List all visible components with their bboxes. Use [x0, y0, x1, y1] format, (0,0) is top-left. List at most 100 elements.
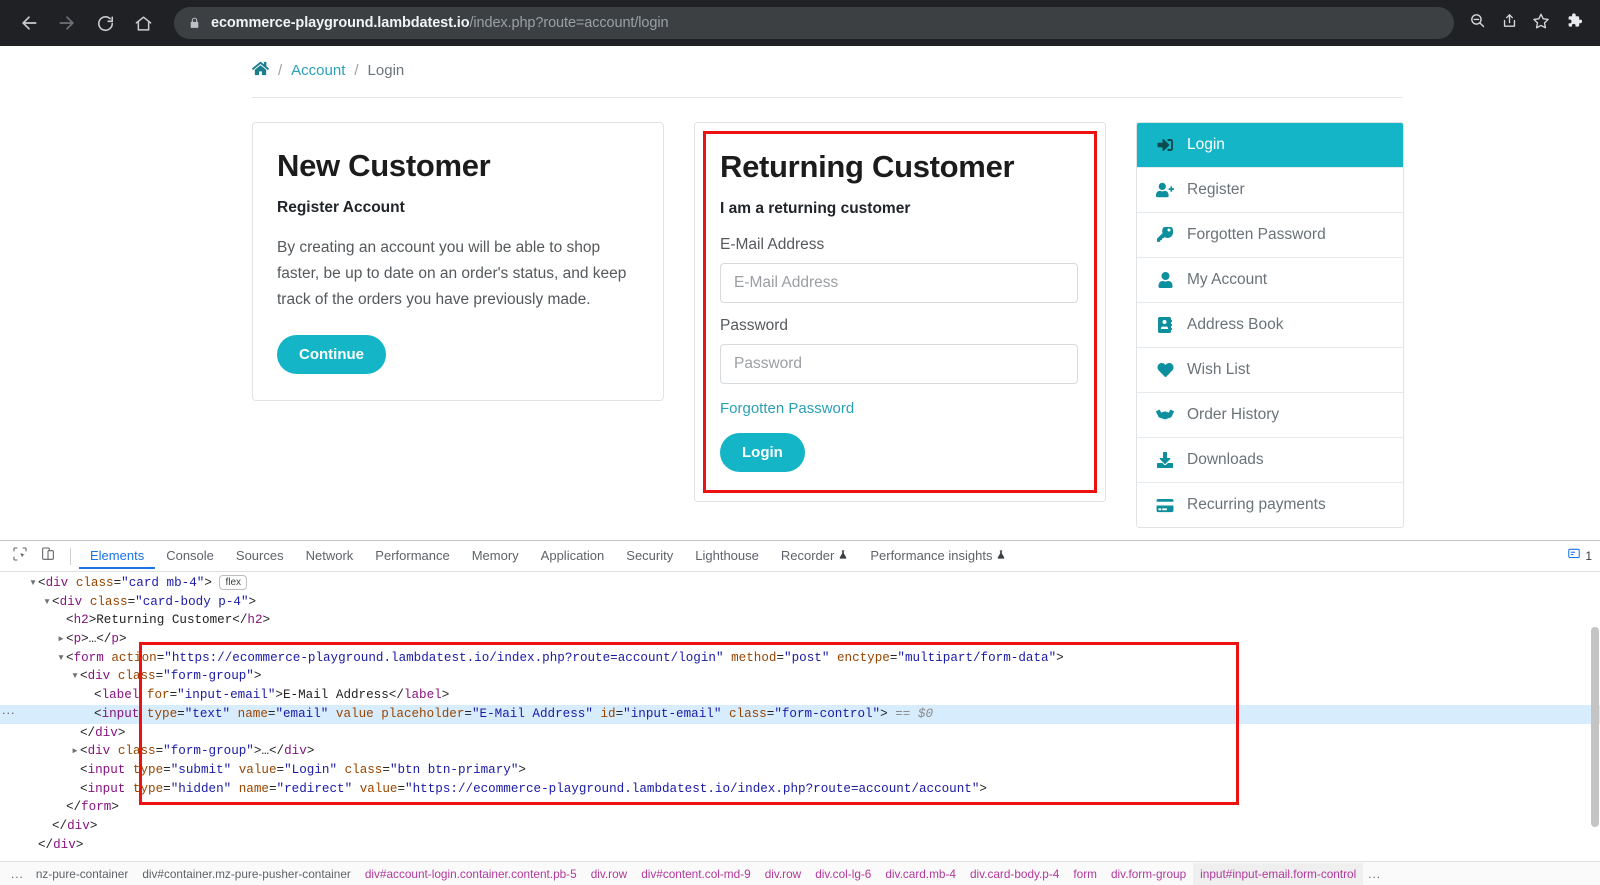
home-button[interactable]: [126, 6, 160, 40]
new-customer-card: New Customer Register Account By creatin…: [252, 122, 664, 402]
dom-line[interactable]: ▾<form action="https://ecommerce-playgro…: [0, 649, 1600, 668]
dom-line[interactable]: </div>: [0, 724, 1600, 743]
dom-overflow-ellipsis[interactable]: ...: [2, 701, 16, 720]
tab-performance[interactable]: Performance: [364, 543, 460, 569]
sidebar-item-register[interactable]: Register: [1137, 168, 1403, 213]
email-form-group: E-Mail Address: [720, 236, 1078, 304]
download-icon: [1155, 451, 1175, 469]
sidebar-label-address-book: Address Book: [1187, 316, 1284, 333]
breadcrumb-separator-2: /: [354, 62, 359, 79]
dom-breadcrumb-item[interactable]: div.card-body.p-4: [963, 863, 1066, 885]
dom-tree[interactable]: ▾<div class="card mb-4"> flex ▾<div class…: [0, 572, 1600, 861]
tab-security[interactable]: Security: [615, 543, 684, 569]
back-button[interactable]: [12, 6, 46, 40]
breadcrumb-current-login: Login: [367, 62, 405, 79]
dom-breadcrumb-bar[interactable]: ... nz-pure-container div#container.mz-pu…: [0, 861, 1600, 885]
sidebar-label-downloads: Downloads: [1187, 451, 1264, 468]
dom-tree-scrollbar-thumb[interactable]: [1591, 627, 1599, 827]
dom-line[interactable]: <input type="submit" value="Login" class…: [0, 761, 1600, 780]
tab-sources[interactable]: Sources: [225, 543, 295, 569]
inspect-element-button[interactable]: [6, 543, 34, 569]
dom-line-selected[interactable]: <input type="text" name="email" value pl…: [0, 704, 1600, 724]
dom-breadcrumb-item[interactable]: div.form-group: [1104, 863, 1193, 885]
dom-breadcrumb-item[interactable]: div.row: [584, 863, 635, 885]
sidebar-item-my-account[interactable]: My Account: [1137, 258, 1403, 303]
returning-customer-title: Returning Customer: [720, 149, 1015, 184]
tab-application[interactable]: Application: [530, 543, 616, 569]
continue-button[interactable]: Continue: [277, 335, 386, 375]
tab-elements[interactable]: Elements: [79, 543, 156, 569]
box-open-icon: [1155, 406, 1175, 424]
sidebar-item-login[interactable]: Login: [1137, 123, 1403, 168]
dom-line[interactable]: <input type="hidden" name="redirect" val…: [0, 780, 1600, 799]
tab-recorder[interactable]: Recorder: [770, 543, 859, 569]
dom-line[interactable]: <h2>Returning Customer</h2>: [0, 611, 1600, 630]
dom-line[interactable]: </div>: [0, 817, 1600, 836]
dom-line[interactable]: ▾<div class="card-body p-4">: [0, 593, 1600, 612]
url-domain: ecommerce-playground.lambdatest.io: [211, 15, 470, 31]
address-book-icon: [1155, 316, 1175, 334]
zoom-search-icon: [1469, 12, 1486, 34]
sidebar-item-address-book[interactable]: Address Book: [1137, 303, 1403, 348]
bookmark-button[interactable]: [1526, 8, 1556, 38]
user-plus-icon: [1155, 181, 1175, 199]
dom-tree-scrollbar[interactable]: [1589, 572, 1600, 861]
sidebar-label-my-account: My Account: [1187, 271, 1268, 288]
forward-arrow-icon: [57, 13, 77, 33]
breadcrumb-overflow-dots-end[interactable]: ...: [1363, 867, 1386, 881]
dom-line[interactable]: ▸<p>…</p>: [0, 630, 1600, 649]
dom-breadcrumb-item[interactable]: div#account-login.container.content.pb-5: [358, 863, 584, 885]
login-button[interactable]: Login: [720, 433, 805, 473]
dom-breadcrumb-item[interactable]: div.col-lg-6: [808, 863, 878, 885]
forward-button[interactable]: [50, 6, 84, 40]
tab-console[interactable]: Console: [155, 543, 225, 569]
dom-breadcrumb-item[interactable]: div.row: [758, 863, 809, 885]
dom-breadcrumb-item[interactable]: form: [1066, 863, 1104, 885]
devtools-panel: Elements Console Sources Network Perform…: [0, 540, 1600, 885]
dom-line[interactable]: ▾<div class="form-group">: [0, 667, 1600, 686]
dom-breadcrumb-item[interactable]: div#container.mz-pure-pusher-container: [135, 863, 358, 885]
browser-actions: [1462, 8, 1588, 38]
share-button[interactable]: [1494, 8, 1524, 38]
devtools-right-actions: 1: [1567, 541, 1592, 571]
email-label: E-Mail Address: [720, 236, 825, 254]
sidebar-item-recurring-payments[interactable]: Recurring payments: [1137, 483, 1403, 527]
sidebar-item-wish-list[interactable]: Wish List: [1137, 348, 1403, 393]
dom-line[interactable]: </div>: [0, 836, 1600, 855]
tab-lighthouse[interactable]: Lighthouse: [684, 543, 770, 569]
forgotten-password-link[interactable]: Forgotten Password: [720, 400, 854, 417]
breadcrumb-overflow-dots[interactable]: ...: [6, 867, 29, 881]
email-input[interactable]: [720, 263, 1078, 304]
browser-toolbar: ecommerce-playground.lambdatest.io/index…: [0, 0, 1600, 46]
sidebar-item-order-history[interactable]: Order History: [1137, 393, 1403, 438]
message-count: 1: [1585, 549, 1592, 563]
message-count-icon[interactable]: [1567, 547, 1581, 566]
sidebar-item-downloads[interactable]: Downloads: [1137, 438, 1403, 483]
breadcrumb-link-account[interactable]: Account: [291, 62, 345, 79]
dom-breadcrumb-item[interactable]: input#input-email.form-control: [1193, 862, 1364, 885]
dom-line[interactable]: <label for="input-email">E-Mail Address<…: [0, 686, 1600, 705]
extensions-button[interactable]: [1558, 8, 1588, 38]
dom-line[interactable]: ▸<div class="form-group">…</div>: [0, 742, 1600, 761]
reload-button[interactable]: [88, 6, 122, 40]
password-label: Password: [720, 317, 789, 335]
device-toolbar-button[interactable]: [34, 543, 62, 569]
sidebar-label-recurring-payments: Recurring payments: [1187, 496, 1326, 513]
zoom-button[interactable]: [1462, 8, 1492, 38]
dom-line[interactable]: ▾<div class="card mb-4"> flex: [0, 574, 1600, 593]
dom-breadcrumb-item[interactable]: nz-pure-container: [29, 863, 135, 885]
sidebar-item-forgotten-password[interactable]: Forgotten Password: [1137, 213, 1403, 258]
puzzle-extension-icon: [1564, 11, 1583, 35]
dom-line[interactable]: </form>: [0, 798, 1600, 817]
breadcrumb-separator-1: /: [278, 62, 283, 79]
tab-network[interactable]: Network: [295, 543, 365, 569]
breadcrumb: / Account / Login: [0, 46, 1600, 81]
dom-breadcrumb-item[interactable]: div#content.col-md-9: [634, 863, 758, 885]
tab-performance-insights[interactable]: Performance insights: [859, 543, 1017, 569]
breadcrumb-home-icon[interactable]: [251, 60, 270, 81]
address-bar[interactable]: ecommerce-playground.lambdatest.io/index…: [174, 7, 1454, 39]
experiment-flask-icon: [838, 548, 848, 563]
password-input[interactable]: [720, 344, 1078, 385]
dom-breadcrumb-item[interactable]: div.card.mb-4: [878, 863, 963, 885]
tab-memory[interactable]: Memory: [461, 543, 530, 569]
